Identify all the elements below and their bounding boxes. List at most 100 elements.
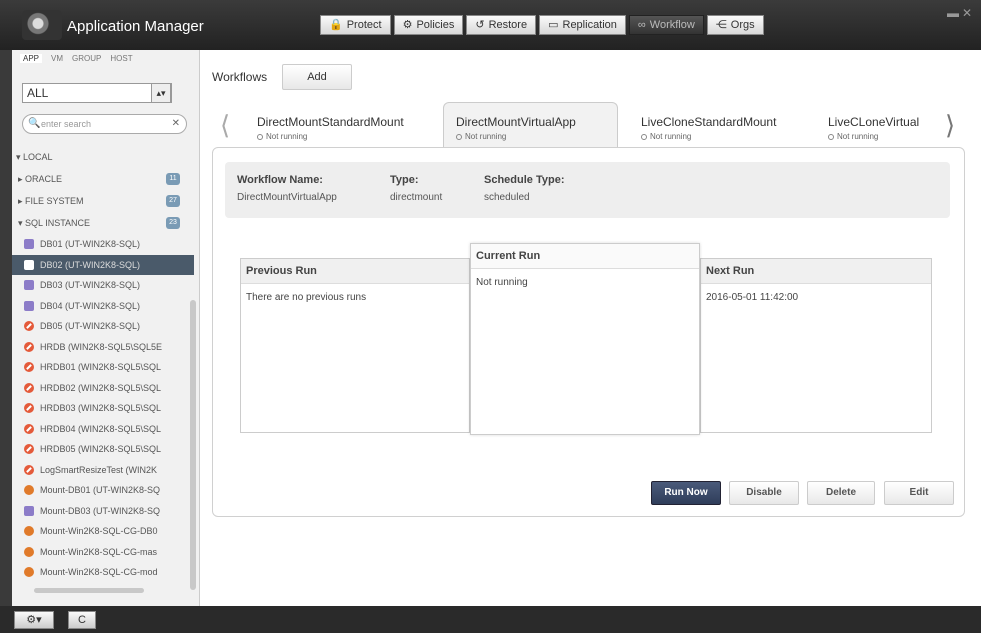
status-dot-icon (456, 133, 462, 140)
filter-select[interactable]: ALL ▴▾ (22, 83, 172, 103)
mount-icon (24, 546, 34, 557)
replication-icon: ▭ (548, 19, 559, 31)
scroll-right-icon[interactable]: ⟩ (945, 110, 955, 141)
tree-leaf[interactable]: Mount-Win2K8-SQL-CG-DB0 (12, 521, 194, 542)
previous-run-box: Previous Run There are no previous runs (240, 258, 470, 433)
nav-tab-orgs[interactable]: ⋲ Orgs (706, 15, 764, 35)
error-icon (24, 464, 34, 475)
tree-leaf-selected[interactable]: DB02 (UT-WIN2K8-SQL) (12, 254, 194, 275)
workflow-detail-panel: Workflow Name: DirectMountVirtualApp Type… (212, 147, 965, 517)
count-badge: 23 (166, 217, 180, 229)
tree-leaf[interactable]: Mount-DB03 (UT-WIN2K8-SQ (12, 501, 194, 522)
workflow-tab[interactable]: DirectMountStandardMount Not running (244, 102, 417, 148)
sidebar-tab-vm[interactable]: VM (51, 54, 63, 63)
error-icon (24, 341, 34, 352)
scroll-left-icon[interactable]: ⟨ (220, 110, 230, 141)
tree-node-oracle[interactable]: ▸ ORACLE 11 (12, 168, 194, 190)
page-title: Workflows (212, 70, 268, 84)
tree-leaf[interactable]: HRDB05 (WIN2K8-SQL5\SQL (12, 439, 194, 460)
tree-leaf[interactable]: Mount-Win2K8-SQL-CG-mod (12, 562, 194, 583)
nav-tab-policies[interactable]: ⚙ Policies (393, 15, 464, 35)
lock-icon: 🔒 (329, 19, 343, 31)
tree-leaf[interactable]: HRDB01 (WIN2K8-SQL5\SQL (12, 357, 194, 378)
main-nav: 🔒 Protect ⚙ Policies ↺ Restore ▭ Replication… (320, 15, 767, 35)
tree-leaf[interactable]: LogSmartResizeTest (WIN2K (12, 460, 194, 481)
database-icon (24, 259, 34, 270)
error-icon (24, 423, 34, 434)
sidebar-scrollbar[interactable] (190, 300, 196, 590)
tree-node-sql-instance[interactable]: ▾ SQL INSTANCE 23 (12, 212, 194, 234)
status-dot-icon (828, 133, 834, 140)
main-panel: Workflows Add ⟨ ⟩ DirectMountStandardMou… (200, 50, 981, 606)
nav-tab-restore[interactable]: ↺ Restore (466, 15, 537, 35)
nav-tab-workflow[interactable]: ∞ Workflow (628, 15, 704, 35)
clear-search-icon[interactable]: ✕ (172, 115, 180, 133)
tree-node-local[interactable]: ▾ LOCAL (12, 146, 194, 168)
search-input[interactable]: 🔍 enter search ✕ (22, 114, 187, 134)
tree-leaf[interactable]: Mount-DB01 (UT-WIN2K8-SQ (12, 480, 194, 501)
settings-button[interactable]: ⚙▾ (14, 611, 54, 629)
tree-leaf[interactable]: DB01 (UT-WIN2K8-SQL) (12, 234, 194, 255)
sidebar-hscrollbar[interactable] (34, 588, 144, 593)
tree-leaf[interactable]: DB04 (UT-WIN2K8-SQL) (12, 296, 194, 317)
nav-tab-protect[interactable]: 🔒 Protect (320, 15, 391, 35)
tree-leaf[interactable]: HRDB02 (WIN2K8-SQL5\SQL (12, 378, 194, 399)
bottom-bar: ⚙▾ C (0, 606, 981, 633)
workflow-info: Workflow Name: DirectMountVirtualApp Type… (225, 162, 950, 218)
workflow-type-value: directmount (390, 192, 443, 203)
run-now-button[interactable]: Run Now (651, 481, 721, 505)
error-icon (24, 382, 34, 393)
sidebar-tabs: APP VM GROUP HOST (12, 50, 199, 67)
workflow-tab[interactable]: LiveCLoneVirtual Not running (815, 102, 940, 148)
chevron-right-icon: ▸ (18, 173, 26, 184)
error-icon (24, 362, 34, 373)
mount-icon (24, 526, 34, 537)
workflow-name-value: DirectMountVirtualApp (237, 192, 337, 203)
delete-button[interactable]: Delete (807, 481, 875, 505)
sidebar-tab-host[interactable]: HOST (110, 54, 132, 63)
edit-button[interactable]: Edit (884, 481, 954, 505)
count-badge: 27 (166, 195, 180, 207)
chevron-down-icon: ▾ (16, 151, 24, 162)
close-icon[interactable]: ✕ (962, 6, 975, 20)
sidebar-edge (0, 50, 12, 606)
status-dot-icon (641, 133, 647, 140)
mount-icon (24, 485, 34, 496)
select-arrow-icon: ▴▾ (151, 83, 171, 103)
add-workflow-button[interactable]: Add (282, 64, 352, 90)
error-icon (24, 444, 34, 455)
tree-leaf[interactable]: Mount-Win2K8-SQL-CG-mas (12, 542, 194, 563)
orgs-icon: ⋲ (715, 19, 727, 31)
minimize-icon[interactable]: ▬ (947, 6, 962, 20)
app-tree: ▾ LOCAL ▸ ORACLE 11 ▸ FILE SYSTEM 27 ▾ SQL… (12, 146, 194, 583)
restore-icon: ↺ (475, 19, 485, 31)
error-icon (24, 403, 34, 414)
sidebar-tab-app[interactable]: APP (20, 54, 43, 63)
chevron-right-icon: ▸ (18, 195, 26, 206)
app-logo-icon (22, 10, 62, 40)
sidebar-tab-group[interactable]: GROUP (72, 54, 101, 63)
search-icon: 🔍 (28, 118, 41, 129)
workflow-tab-active[interactable]: DirectMountVirtualApp Not running (443, 102, 618, 148)
gear-icon: ⚙ (402, 19, 413, 31)
count-badge: 11 (166, 173, 180, 185)
refresh-button[interactable]: C (68, 611, 96, 629)
tree-leaf[interactable]: HRDB04 (WIN2K8-SQL5\SQL (12, 419, 194, 440)
database-icon (24, 239, 34, 250)
database-icon (24, 505, 34, 516)
tree-leaf[interactable]: DB05 (UT-WIN2K8-SQL) (12, 316, 194, 337)
workflow-icon: ∞ (637, 19, 646, 31)
status-dot-icon (257, 133, 263, 140)
sidebar: APP VM GROUP HOST ALL ▴▾ 🔍 enter search ✕ ▾… (12, 50, 200, 606)
workflow-tab[interactable]: LiveCloneStandardMount Not running (628, 102, 790, 148)
current-run-box: Current Run Not running (470, 243, 700, 435)
tree-leaf[interactable]: HRDB (WIN2K8-SQL5\SQL5E (12, 337, 194, 358)
tree-leaf[interactable]: HRDB03 (WIN2K8-SQL5\SQL (12, 398, 194, 419)
title-bar: Application Manager 🔒 Protect ⚙ Policies ↺… (0, 0, 981, 50)
nav-tab-replication[interactable]: ▭ Replication (539, 15, 626, 35)
app-title: Application Manager (67, 18, 204, 35)
tree-node-file-system[interactable]: ▸ FILE SYSTEM 27 (12, 190, 194, 212)
disable-button[interactable]: Disable (729, 481, 799, 505)
tree-leaf[interactable]: DB03 (UT-WIN2K8-SQL) (12, 275, 194, 296)
schedule-type-value: scheduled (484, 192, 530, 203)
